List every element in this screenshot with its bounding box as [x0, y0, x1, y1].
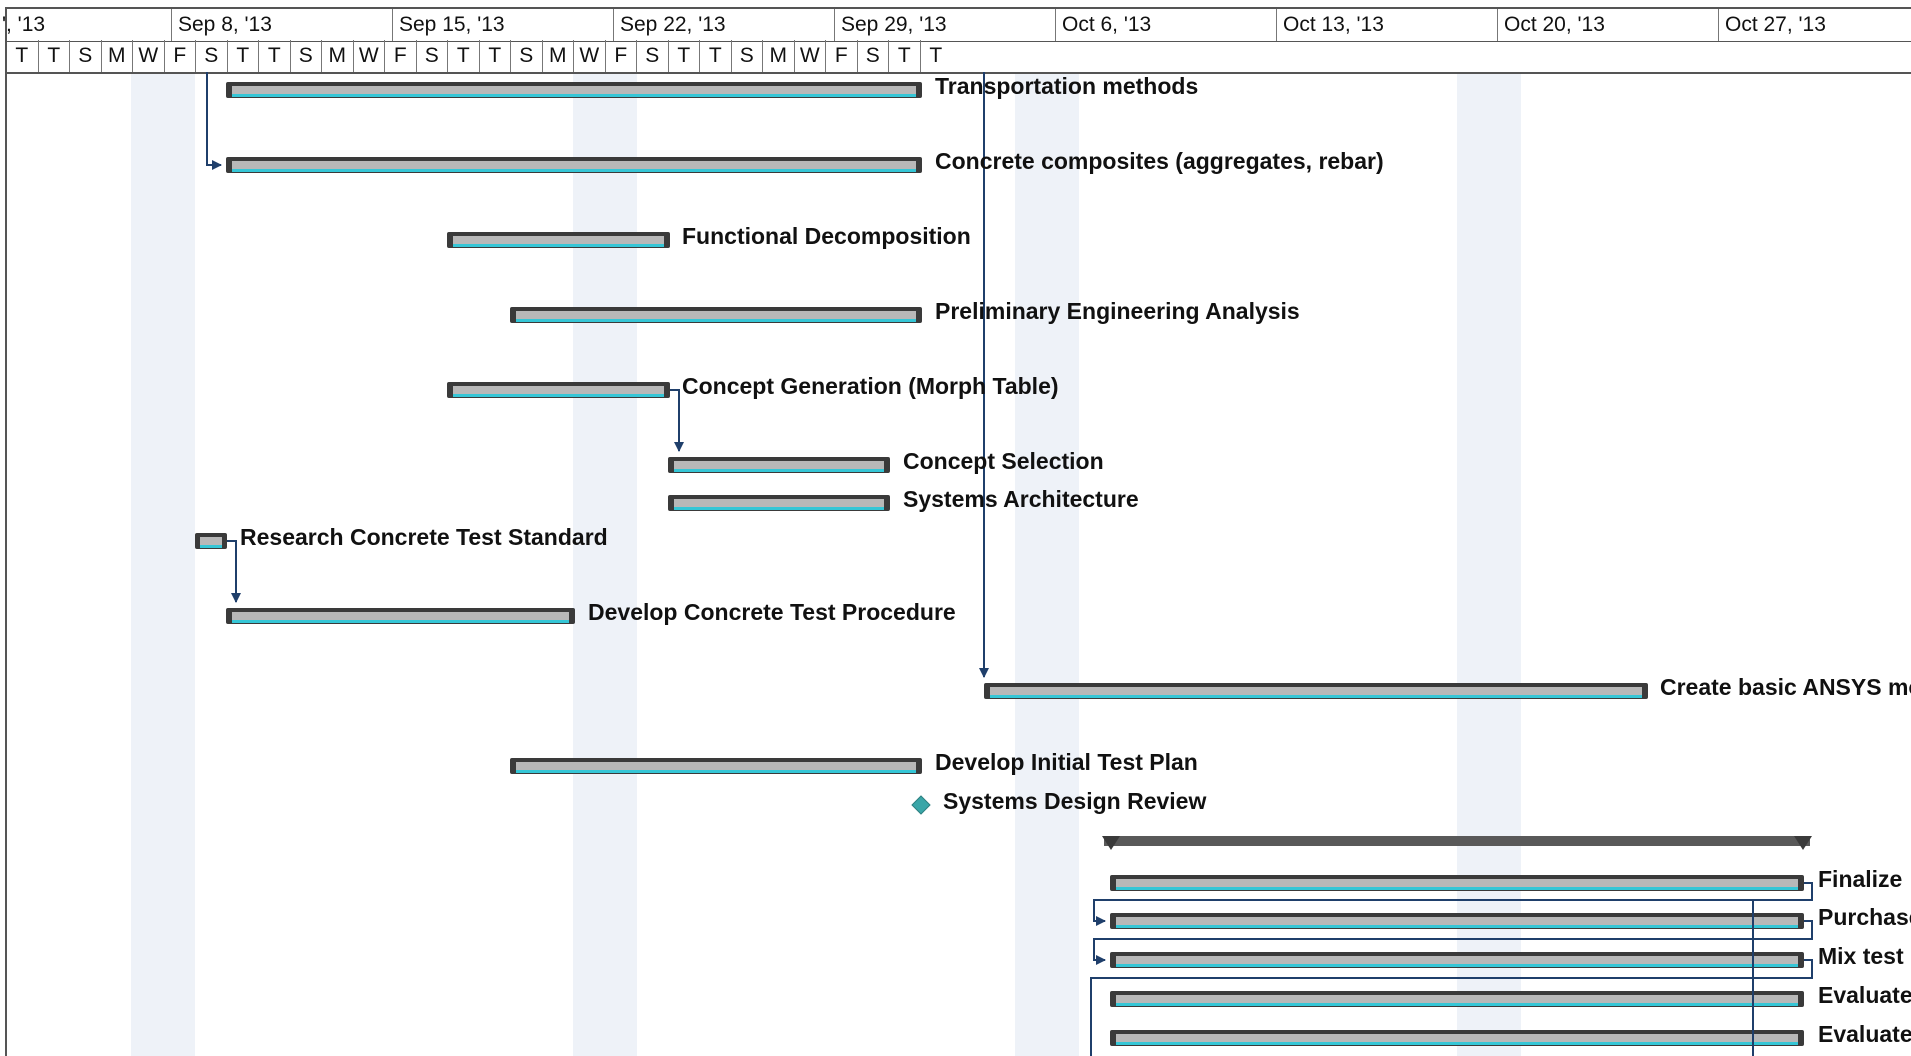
task-bar[interactable] — [195, 533, 227, 549]
task-label: Research Concrete Test Standard — [240, 524, 608, 550]
task-label: Systems Architecture — [903, 486, 1139, 512]
task-label: Evaluate — [1818, 1021, 1911, 1047]
task-label: Create basic ANSYS mo — [1660, 674, 1911, 700]
task-label: Develop Initial Test Plan — [935, 749, 1198, 775]
task-bar[interactable] — [510, 758, 922, 774]
task-bar[interactable] — [668, 457, 890, 473]
task-bar[interactable] — [1110, 991, 1804, 1007]
task-label: Concept Selection — [903, 448, 1104, 474]
task-label: Concrete composites (aggregates, rebar) — [935, 148, 1384, 174]
task-bar[interactable] — [1110, 952, 1804, 968]
task-bar[interactable] — [1110, 875, 1804, 891]
task-label: Evaluate — [1818, 982, 1911, 1008]
task-bar[interactable] — [1110, 1030, 1804, 1046]
task-label: Preliminary Engineering Analysis — [935, 298, 1300, 324]
dependency-link — [670, 389, 684, 452]
dependency-link — [227, 540, 241, 603]
gantt-chart: ', '13 Sep 8, '13 Sep 15, '13 Sep 22, '1… — [0, 0, 1911, 1056]
task-bar[interactable] — [1110, 913, 1804, 929]
task-label: Purchase — [1818, 904, 1911, 930]
task-bar[interactable] — [226, 157, 922, 173]
task-bar[interactable] — [510, 307, 922, 323]
task-bar[interactable] — [447, 232, 670, 248]
task-label: Mix test — [1818, 943, 1904, 969]
task-bar[interactable] — [668, 495, 890, 511]
task-bar[interactable] — [984, 683, 1648, 699]
task-bar[interactable] — [226, 608, 575, 624]
task-label: Finalize — [1818, 866, 1903, 892]
task-label: Functional Decomposition — [682, 223, 971, 249]
task-label: Develop Concrete Test Procedure — [588, 599, 956, 625]
task-label: Transportation methods — [935, 73, 1199, 99]
dependency-link — [206, 72, 222, 170]
summary-bar[interactable] — [1102, 836, 1812, 850]
task-bar[interactable] — [226, 82, 922, 98]
task-label: Concept Generation (Morph Table) — [682, 373, 1059, 399]
milestone-diamond[interactable] — [911, 795, 931, 815]
task-label: Systems Design Review — [943, 788, 1207, 814]
task-bar[interactable] — [447, 382, 670, 398]
